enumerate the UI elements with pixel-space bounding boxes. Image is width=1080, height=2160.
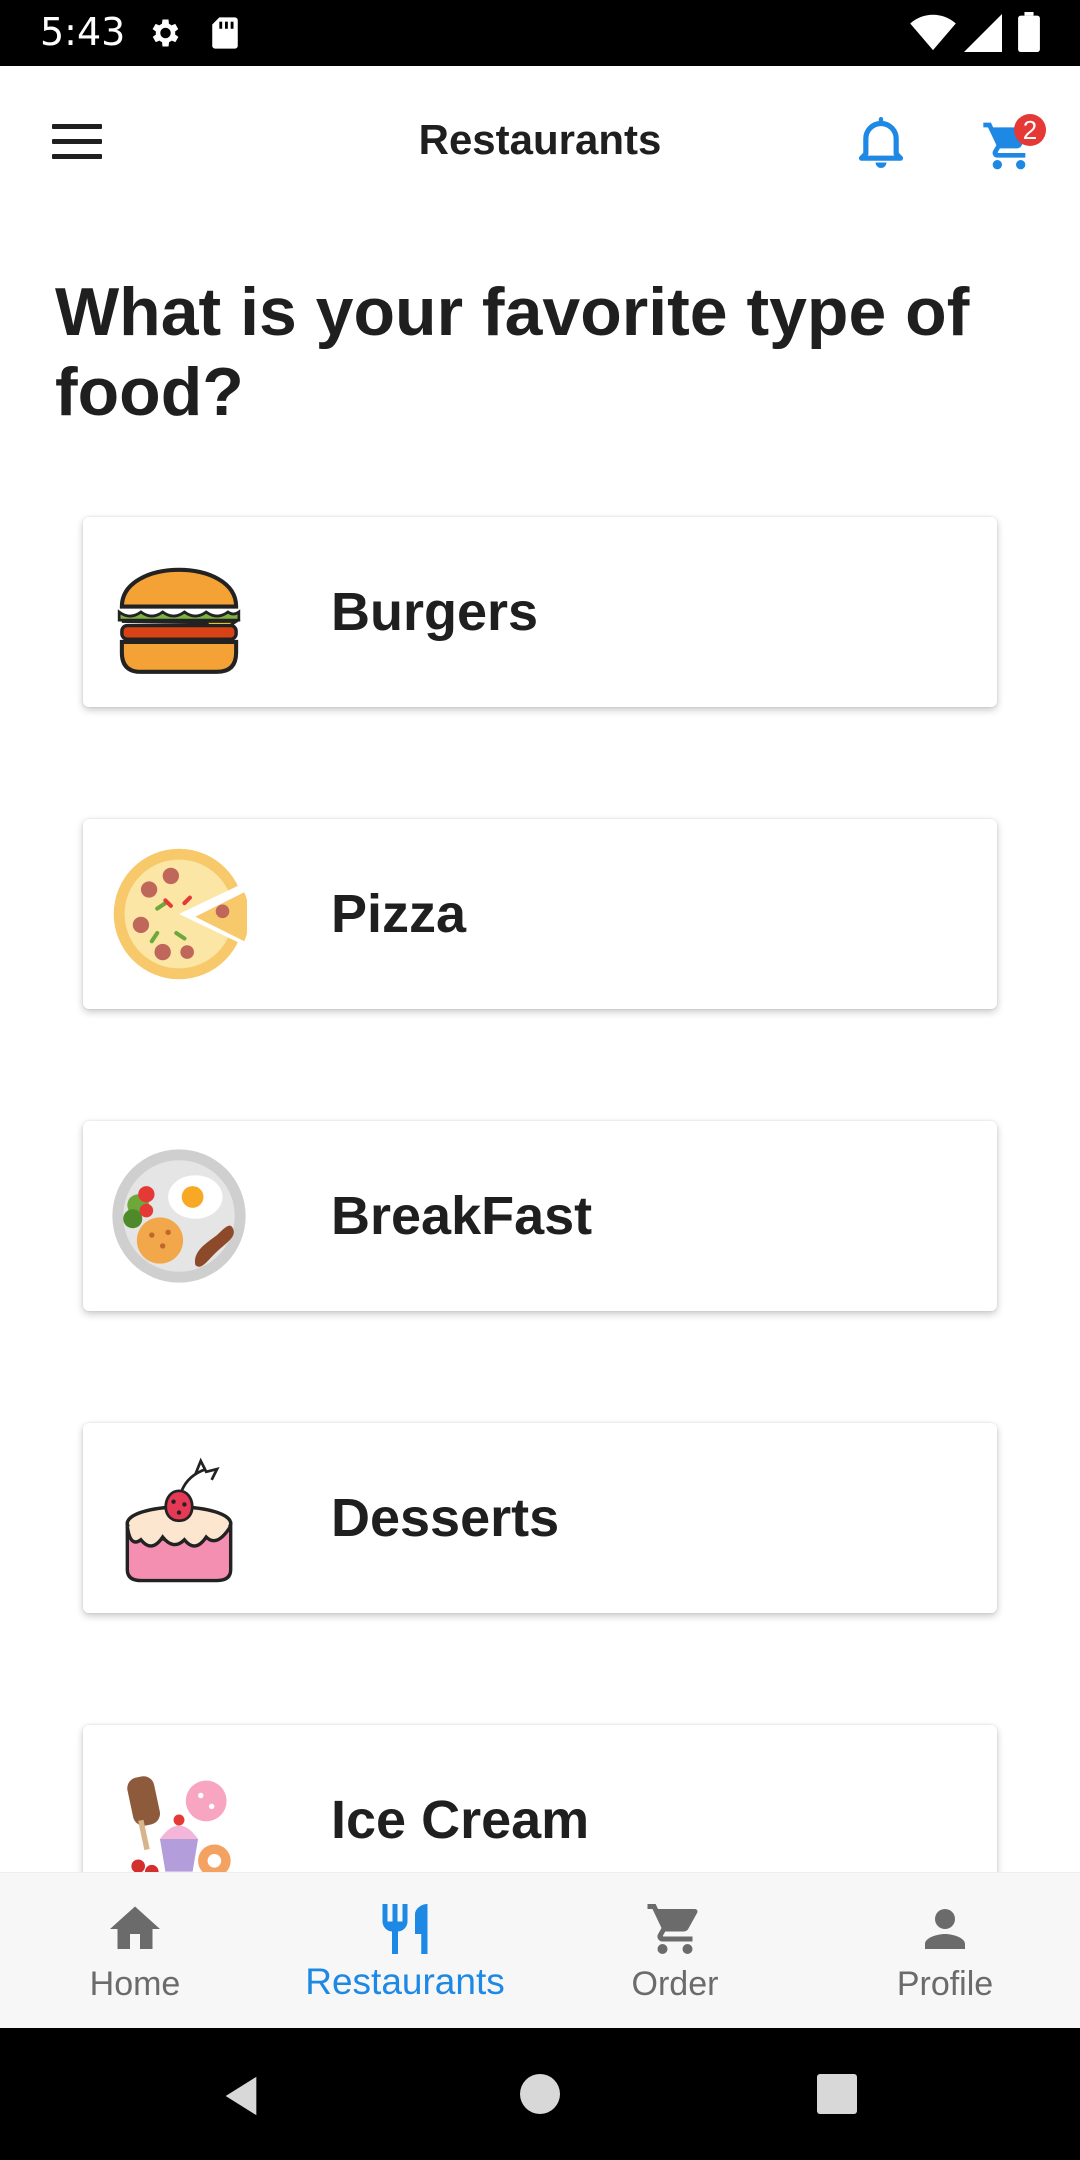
nav-item-order[interactable]: Order bbox=[540, 1873, 810, 2029]
cart-button[interactable]: 2 bbox=[980, 114, 1046, 176]
nav-item-restaurants[interactable]: Restaurants bbox=[270, 1873, 540, 2029]
status-bar: 5:43 bbox=[0, 0, 1080, 66]
home-icon bbox=[110, 1906, 160, 1949]
status-time: 5:43 bbox=[40, 10, 126, 54]
gear-icon bbox=[152, 19, 179, 47]
ice-cream-icon bbox=[127, 1776, 231, 1872]
category-label: Burgers bbox=[331, 582, 539, 642]
system-navigation-bar bbox=[0, 2028, 1080, 2160]
page-title: Restaurants bbox=[418, 116, 662, 163]
category-card-desserts[interactable]: Desserts bbox=[83, 1423, 997, 1613]
breakfast-plate-icon bbox=[112, 1149, 246, 1283]
wifi-icon bbox=[910, 14, 956, 51]
cart-icon bbox=[647, 1904, 698, 1954]
home-button[interactable] bbox=[520, 2074, 560, 2114]
cart-count-badge: 2 bbox=[1014, 114, 1046, 146]
pizza-icon bbox=[113, 848, 247, 980]
category-label: Ice Cream bbox=[331, 1790, 590, 1850]
sd-card-icon bbox=[212, 17, 238, 49]
bottom-navigation: Home Restaurants Order Profile bbox=[0, 1872, 1080, 2028]
category-card-pizza[interactable]: Pizza bbox=[83, 819, 997, 1009]
cake-icon bbox=[125, 1457, 233, 1583]
nav-item-home[interactable]: Home bbox=[0, 1873, 270, 2029]
back-icon[interactable] bbox=[218, 2072, 264, 2120]
nav-label: Order bbox=[631, 1965, 719, 2003]
category-card-ice-cream[interactable]: Ice Cream bbox=[83, 1725, 997, 1872]
battery-icon bbox=[1018, 12, 1040, 52]
nav-label: Restaurants bbox=[305, 1961, 505, 2002]
category-card-burgers[interactable]: Burgers bbox=[83, 517, 997, 707]
recents-button[interactable] bbox=[817, 2074, 857, 2114]
page-heading: What is your favorite type of food? bbox=[55, 274, 970, 430]
category-list[interactable]: Burgers Pizza BreakFast Desserts Ice Cre… bbox=[0, 500, 1080, 1872]
nav-label: Home bbox=[89, 1965, 181, 2003]
fork-knife-icon bbox=[382, 1904, 428, 1954]
bell-icon[interactable] bbox=[855, 114, 907, 172]
category-label: BreakFast bbox=[331, 1186, 593, 1246]
signal-icon bbox=[964, 14, 1002, 52]
burger-icon bbox=[117, 567, 241, 674]
category-label: Pizza bbox=[331, 884, 467, 944]
category-card-breakfast[interactable]: BreakFast bbox=[83, 1121, 997, 1311]
app-bar: Restaurants 2 bbox=[0, 66, 1080, 218]
category-label: Desserts bbox=[331, 1488, 560, 1548]
person-icon bbox=[925, 1909, 965, 1949]
nav-label: Profile bbox=[896, 1965, 994, 2003]
nav-item-profile[interactable]: Profile bbox=[810, 1873, 1080, 2029]
